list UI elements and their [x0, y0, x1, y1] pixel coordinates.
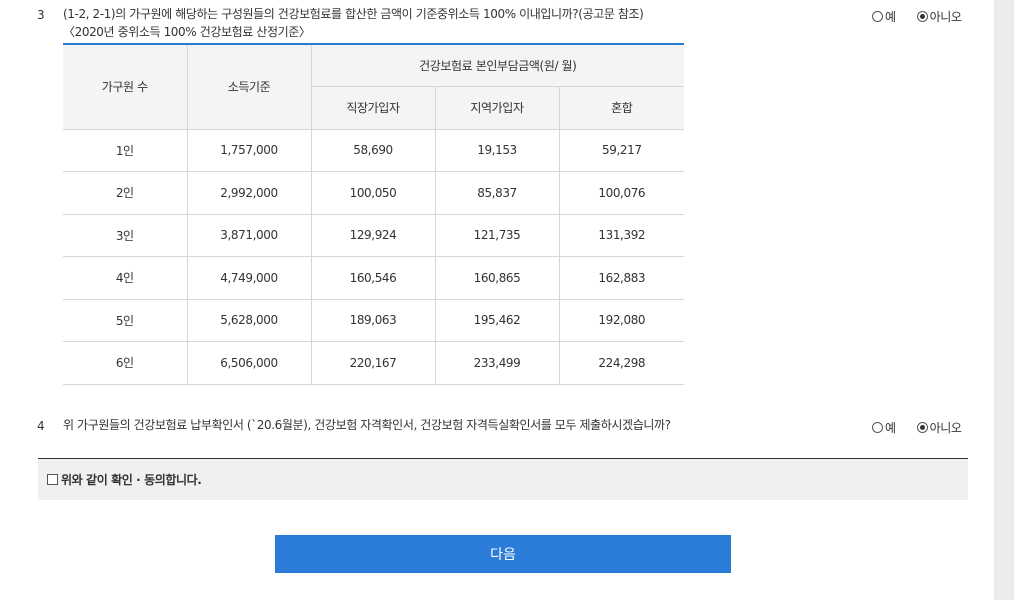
form-panel: 3 (1-2, 2-1)의 가구원에 해당하는 구성원들의 건강보험료를 합산한… [0, 0, 994, 600]
table-cell: 100,076 [559, 171, 685, 215]
table-cell: 224,298 [559, 341, 685, 385]
table-row: 6인 6,506,000 220,167 233,499 224,298 [63, 341, 685, 385]
table-cell: 6인 [63, 341, 188, 385]
table-cell: 2인 [63, 171, 188, 215]
table-cell: 3인 [63, 214, 188, 257]
agreement-row: 위와 같이 확인 · 동의합니다. [38, 459, 968, 500]
table-cell: 1,757,000 [187, 129, 312, 172]
question-3-number: 3 [37, 8, 45, 22]
agree-label[interactable]: 위와 같이 확인 · 동의합니다. [61, 471, 202, 488]
radio-selected-icon [916, 11, 928, 22]
table-cell: 6,506,000 [187, 341, 312, 385]
table-cell: 233,499 [435, 341, 560, 385]
header-regional: 지역가입자 [435, 86, 560, 130]
table-row: 3인 3,871,000 129,924 121,735 131,392 [63, 214, 685, 257]
table-cell: 189,063 [311, 299, 436, 342]
table-cell: 2,992,000 [187, 171, 312, 215]
question-4-number: 4 [37, 419, 45, 433]
question-4-options: 예 아니오 [872, 419, 962, 436]
table-cell: 5,628,000 [187, 299, 312, 342]
table-row: 5인 5,628,000 189,063 195,462 192,080 [63, 299, 685, 342]
table-cell: 220,167 [311, 341, 436, 385]
table-cell: 4인 [63, 256, 188, 300]
header-mixed: 혼합 [559, 86, 685, 130]
header-employee: 직장가입자 [311, 86, 436, 130]
table-cell: 5인 [63, 299, 188, 342]
table-cell: 192,080 [559, 299, 685, 342]
table-cell: 1인 [63, 129, 188, 172]
header-premium-group: 건강보험료 본인부담금액(원/ 월) [311, 44, 685, 87]
table-cell: 19,153 [435, 129, 560, 172]
radio-selected-icon [916, 422, 928, 433]
next-button[interactable]: 다음 [275, 535, 731, 573]
question-4-yes-label: 예 [885, 421, 896, 435]
header-income: 소득기준 [187, 44, 312, 130]
question-4-text: 위 가구원들의 건강보험료 납부확인서 (`20.6월분), 건강보험 자격확인… [63, 418, 671, 432]
table-cell: 160,865 [435, 256, 560, 300]
table-row: 1인 1,757,000 58,690 19,153 59,217 [63, 129, 685, 172]
table-row: 2인 2,992,000 100,050 85,837 100,076 [63, 171, 685, 215]
question-3-subtext: 〈2020년 중위소득 100% 건강보험료 산정기준〉 [63, 25, 311, 39]
table-cell: 4,749,000 [187, 256, 312, 300]
question-4-yes-radio[interactable]: 예 [872, 419, 896, 436]
question-4-no-label: 아니오 [929, 421, 962, 435]
table-cell: 59,217 [559, 129, 685, 172]
question-3-no-radio[interactable]: 아니오 [916, 8, 962, 25]
table-cell: 160,546 [311, 256, 436, 300]
table-cell: 85,837 [435, 171, 560, 215]
table-cell: 129,924 [311, 214, 436, 257]
table-row: 4인 4,749,000 160,546 160,865 162,883 [63, 256, 685, 300]
table-cell: 121,735 [435, 214, 560, 257]
table-cell: 3,871,000 [187, 214, 312, 257]
table-cell: 58,690 [311, 129, 436, 172]
table-cell: 100,050 [311, 171, 436, 215]
question-4-no-radio[interactable]: 아니오 [916, 419, 962, 436]
question-3-options: 예 아니오 [872, 8, 962, 25]
health-insurance-table: 가구원 수 소득기준 건강보험료 본인부담금액(원/ 월) 직장가입자 지역가입… [63, 43, 685, 385]
table-cell: 195,462 [435, 299, 560, 342]
table-cell: 162,883 [559, 256, 685, 300]
question-3-yes-radio[interactable]: 예 [872, 8, 896, 25]
agree-checkbox[interactable] [47, 474, 58, 485]
table-cell: 131,392 [559, 214, 685, 257]
radio-empty-icon [872, 422, 883, 433]
question-3-text: (1-2, 2-1)의 가구원에 해당하는 구성원들의 건강보험료를 합산한 금… [63, 7, 644, 21]
radio-empty-icon [872, 11, 883, 22]
header-household: 가구원 수 [63, 44, 188, 130]
question-3-no-label: 아니오 [929, 10, 962, 24]
question-3-yes-label: 예 [885, 10, 896, 24]
